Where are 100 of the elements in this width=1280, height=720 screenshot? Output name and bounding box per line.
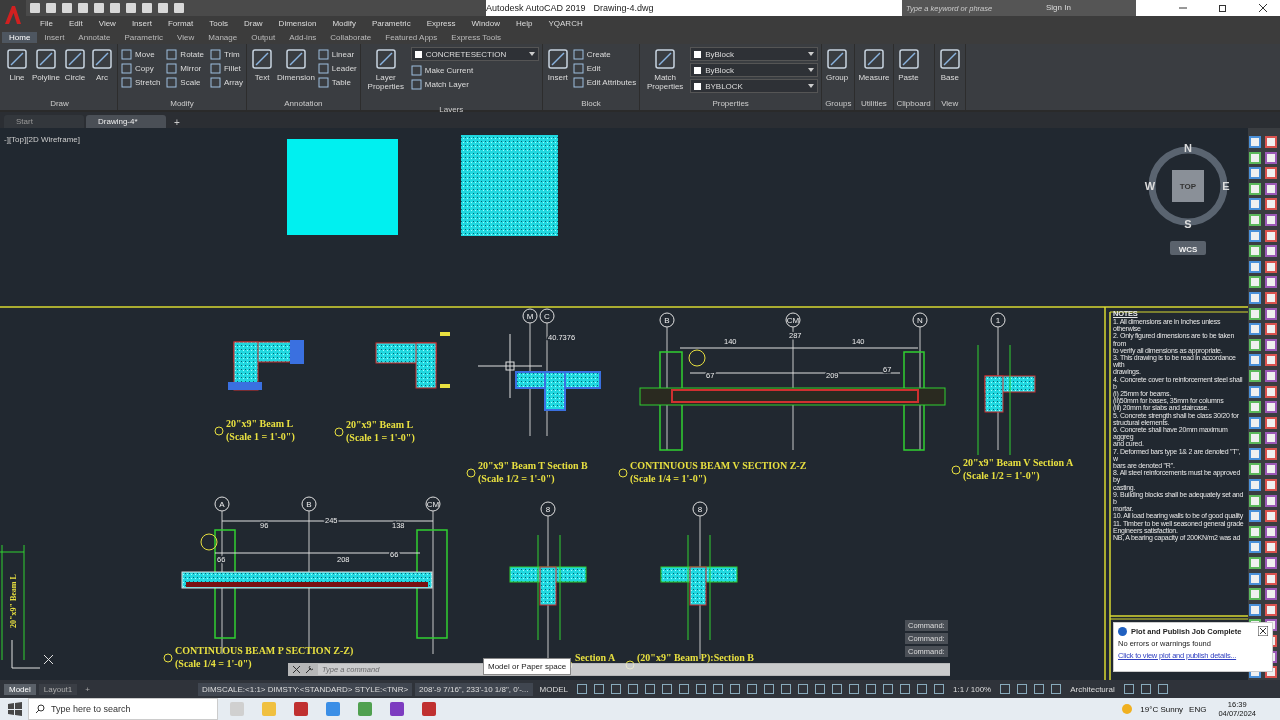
ribbon-tab[interactable]: Parametric <box>117 31 171 43</box>
ribbon-tool-button[interactable]: Measure <box>858 47 890 99</box>
ribbon-tab[interactable]: Manage <box>201 31 245 43</box>
drawing-title: 20"x9" Beam L <box>346 419 414 430</box>
panel-title[interactable]: Properties <box>643 99 819 110</box>
ribbon-tab[interactable]: Insert <box>37 31 72 43</box>
app-title: Autodesk AutoCAD 2019 <box>486 3 586 13</box>
panel-title[interactable]: Clipboard <box>896 99 931 110</box>
menu-item[interactable]: Modify <box>324 18 364 28</box>
ribbon-tool-button[interactable]: Copy <box>121 61 161 75</box>
ribbon-tool-button[interactable]: Array <box>209 75 244 89</box>
drawing-title: CONTINUOUS BEAM P SECTION Z-Z) <box>175 645 354 656</box>
menu-item[interactable]: Window <box>463 18 508 28</box>
ribbon-tool-button[interactable]: Make Current <box>410 63 539 77</box>
tooltip: Model or Paper space <box>483 658 572 675</box>
language-indicator[interactable]: ENG <box>1189 704 1207 714</box>
ribbon-tab[interactable]: Add-ins <box>282 31 324 43</box>
menu-item[interactable]: Tools <box>201 18 236 28</box>
taskbar-search-field[interactable]: Type here to search <box>28 698 218 720</box>
ribbon-tool-button[interactable]: Paste <box>896 47 921 99</box>
menu-item[interactable]: Help <box>508 18 541 28</box>
dropdown[interactable]: ByBlock <box>690 47 819 61</box>
ribbon-tab[interactable]: Output <box>244 31 283 43</box>
menu-item[interactable]: Parametric <box>363 18 419 28</box>
ribbon-tool-button[interactable]: Scale <box>166 75 204 89</box>
drawing-scale: (Scale 1/2 = 1'-0") <box>963 470 1040 481</box>
drawing-scale: (Scale 1/4 = 1'-0") <box>175 658 252 669</box>
grid-label: A <box>219 500 225 509</box>
ribbon-tool-button[interactable]: Move <box>121 47 161 61</box>
ribbon-tool-button[interactable]: Line <box>5 47 29 99</box>
ribbon-tab[interactable]: Express Tools <box>444 31 508 43</box>
sign-in-button[interactable]: Sign In <box>1026 0 1136 16</box>
panel-title[interactable]: Layers <box>363 105 539 114</box>
drawing-title: Section A <box>575 652 616 663</box>
coordinates-readout: 208'-9 7/16", 233'-10 1/8", 0'-... <box>415 682 533 696</box>
panel-title[interactable]: Draw <box>5 99 114 110</box>
dropdown[interactable]: ByBlock <box>690 63 819 77</box>
model-space-button[interactable]: MODEL <box>535 682 572 696</box>
grid-label: C <box>544 312 550 321</box>
ribbon-tool-button[interactable]: Match Layer <box>410 77 539 91</box>
grid-label: CM <box>786 316 800 325</box>
panel-title[interactable]: Utilities <box>858 99 890 110</box>
compass-label: E <box>1222 180 1230 192</box>
menu-item[interactable]: View <box>90 18 124 28</box>
layout-tab[interactable]: Layout1 <box>38 683 78 695</box>
panel-title[interactable]: View <box>937 99 962 110</box>
layout-tab[interactable]: Model <box>4 683 36 695</box>
new-tab-button[interactable]: + <box>168 117 186 128</box>
panel-title[interactable]: Block <box>545 99 637 110</box>
menu-item[interactable]: Draw <box>235 18 271 28</box>
ribbon-tool-button[interactable]: Edit Attributes <box>572 75 637 89</box>
menu-item[interactable]: Express <box>418 18 464 28</box>
ribbon-tool-button[interactable]: Layer Properties <box>363 47 408 105</box>
grid-label: CM <box>426 500 440 509</box>
ribbon-tool-button[interactable]: Text <box>250 47 275 99</box>
ribbon-tool-button[interactable]: Leader <box>317 61 357 75</box>
ribbon-tool-button[interactable]: Edit <box>572 61 637 75</box>
panel-title[interactable]: Annotation <box>250 99 357 110</box>
ribbon-tab[interactable]: Collaborate <box>323 31 379 43</box>
viewport-label[interactable]: -][Top][2D Wireframe] <box>4 135 80 144</box>
menu-item[interactable]: YQARCH <box>540 18 591 28</box>
compass-label: S <box>1184 218 1192 230</box>
ribbon-tool-button[interactable]: Create <box>572 47 637 61</box>
document-tab[interactable]: Drawing-4* <box>86 115 166 128</box>
grid-label: M <box>526 312 534 321</box>
ribbon-tool-button[interactable]: Fillet <box>209 61 244 75</box>
menu-item[interactable]: Insert <box>123 18 160 28</box>
add-layout-button[interactable]: + <box>80 683 95 695</box>
ribbon-tool-button[interactable]: Dimension <box>277 47 315 99</box>
dropdown[interactable]: CONCRETESECTION <box>410 47 539 61</box>
panel-title[interactable]: Groups <box>825 99 852 110</box>
ribbon-tool-button[interactable]: Group <box>825 47 850 99</box>
ribbon-tool-button[interactable]: Match Properties <box>643 47 688 99</box>
document-tab[interactable]: Start <box>4 115 84 128</box>
annotation-scale-button[interactable]: 1:1 / 100% <box>949 682 996 696</box>
menu-item[interactable]: Format <box>159 18 202 28</box>
ribbon-tab[interactable]: Featured Apps <box>378 31 445 43</box>
menu-item[interactable]: Edit <box>60 18 91 28</box>
ribbon-tool-button[interactable]: Arc <box>90 47 114 99</box>
ribbon-tool-button[interactable]: Polyline <box>32 47 60 99</box>
panel-title[interactable]: Modify <box>121 99 244 110</box>
menu-item[interactable]: Dimension <box>270 18 325 28</box>
ribbon-tool-button[interactable]: Stretch <box>121 75 161 89</box>
ribbon-tool-button[interactable]: Mirror <box>166 61 204 75</box>
units-button[interactable]: Architectural <box>1066 682 1119 696</box>
ribbon-tab[interactable]: View <box>170 31 202 43</box>
ribbon-tool-button[interactable]: Trim <box>209 47 244 61</box>
ribbon-tool-button[interactable]: Linear <box>317 47 357 61</box>
ribbon-tool-button[interactable]: Circle <box>63 47 87 99</box>
ribbon-tool-button[interactable]: Table <box>317 75 357 89</box>
drawing-title: (20"x9" Beam P):Section B <box>637 652 754 663</box>
ribbon-tool-button[interactable]: Rotate <box>166 47 204 61</box>
menu-item[interactable]: File <box>32 18 61 28</box>
ribbon-tool-button[interactable]: Base <box>937 47 962 99</box>
ribbon-tab[interactable]: Annotate <box>71 31 118 43</box>
ribbon-tab[interactable]: Home <box>2 31 38 43</box>
drawing-title: CONTINUOUS BEAM V SECTION Z-Z <box>630 460 807 471</box>
dropdown[interactable]: BYBLOCK <box>690 79 819 93</box>
grid-label: B <box>664 316 670 325</box>
ribbon-tool-button[interactable]: Insert <box>545 47 570 99</box>
